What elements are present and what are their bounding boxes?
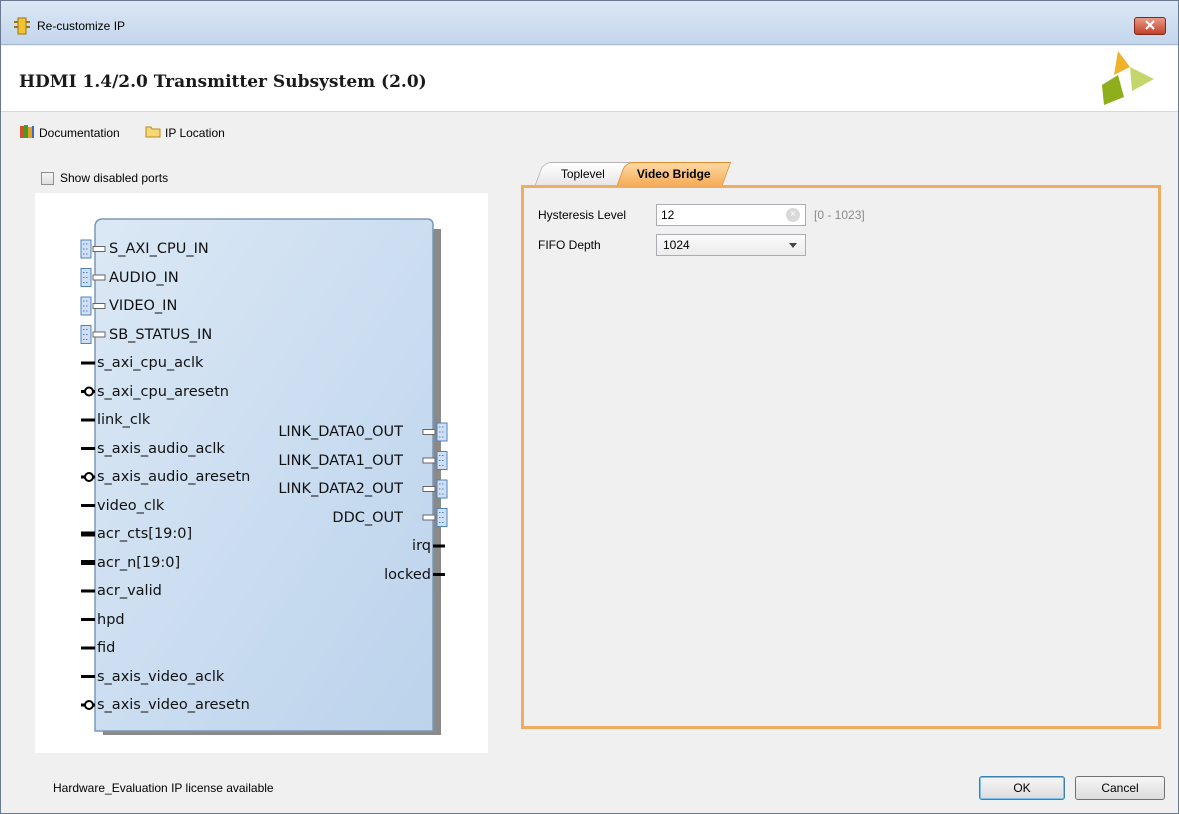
bus-port-label: SB_STATUS_IN [109,326,213,343]
chevron-down-icon [789,243,797,248]
port-label: s_axi_cpu_aclk [97,355,204,371]
port-label: s_axis_audio_aclk [97,440,225,457]
tab-video-bridge-label: Video Bridge [636,167,711,181]
port-label: s_axis_video_aresetn [97,697,250,713]
ip-location-link[interactable]: IP Location [145,123,225,142]
fifo-depth-row: FIFO Depth 1024 [538,234,1138,256]
config-panel: Toplevel Video Bridge Hysteresis Level ×… [521,159,1161,729]
clear-icon[interactable]: × [786,208,800,222]
bus-port-label: VIDEO_IN [109,298,178,314]
re-customize-ip-window: Re-customize IP HDMI 1.4/2.0 Transmitter… [0,0,1179,814]
fifo-depth-label: FIFO Depth [538,238,601,252]
header: HDMI 1.4/2.0 Transmitter Subsystem (2.0) [1,46,1178,112]
documentation-link[interactable]: Documentation [19,123,120,142]
ip-location-label: IP Location [165,125,225,140]
port-pin[interactable] [81,700,95,710]
show-disabled-ports-checkbox[interactable] [41,171,54,185]
port-label: video_clk [97,497,165,514]
vivado-logo-icon [1096,51,1156,107]
books-icon [19,123,35,142]
bus-port-label: LINK_DATA1_OUT [278,452,403,469]
close-icon [1144,19,1156,33]
port-label: s_axis_video_aclk [97,668,225,685]
show-disabled-ports-label: Show disabled ports [60,171,169,185]
show-disabled-ports-option[interactable]: Show disabled ports [41,171,168,185]
tab-video-bridge[interactable]: Video Bridge [616,162,732,185]
fifo-depth-value: 1024 [663,238,690,252]
cancel-button[interactable]: Cancel [1075,776,1165,800]
bus-port-label: DDC_OUT [332,509,403,526]
hysteresis-range: [0 - 1023] [814,208,865,222]
video-bridge-tab-content: Hysteresis Level × [0 - 1023] FIFO Depth… [521,185,1161,729]
port-label: s_axi_cpu_aresetn [97,383,229,400]
title-bar: Re-customize IP [1,1,1178,45]
port-label: s_axis_audio_aresetn [97,469,251,485]
port-label: locked [384,566,431,583]
port-label: irq [412,538,431,554]
documentation-label: Documentation [39,125,120,140]
port-pin[interactable] [81,386,95,397]
port-label: acr_valid [97,583,162,599]
bus-port-label: LINK_DATA0_OUT [278,424,403,440]
window-title: Re-customize IP [37,19,126,33]
hysteresis-level-label: Hysteresis Level [538,208,627,222]
license-status: Hardware_Evaluation IP license available [53,781,274,795]
port-label: fid [97,640,116,656]
port-label: link_clk [97,412,151,428]
symbol-panel: Show disabled ports S_AXI_CPU_IN AUDIO_IN… [35,161,488,753]
tab-toplevel-label: Toplevel [560,167,605,181]
bus-port-label: LINK_DATA2_OUT [278,481,403,497]
bus-port-label: S_AXI_CPU_IN [109,241,209,257]
port-label: acr_n[19:0] [97,554,181,571]
hysteresis-level-input[interactable] [656,204,806,226]
bus-port-label: AUDIO_IN [109,269,179,286]
page-title: HDMI 1.4/2.0 Transmitter Subsystem (2.0) [19,72,427,92]
port-pin[interactable] [81,472,95,482]
folder-icon [145,123,161,142]
ip-icon [13,17,31,35]
hysteresis-level-row: Hysteresis Level × [0 - 1023] [538,204,1138,226]
toolbar: Documentation IP Location [1,113,1178,151]
ok-button[interactable]: OK [979,776,1065,800]
port-label: hpd [97,611,125,628]
port-label: acr_cts[19:0] [97,526,193,542]
close-button[interactable] [1134,17,1166,35]
fifo-depth-select[interactable]: 1024 [656,234,806,256]
ip-symbol-diagram: S_AXI_CPU_IN AUDIO_IN VIDEO_IN SB_STATUS_IN… [35,193,488,753]
